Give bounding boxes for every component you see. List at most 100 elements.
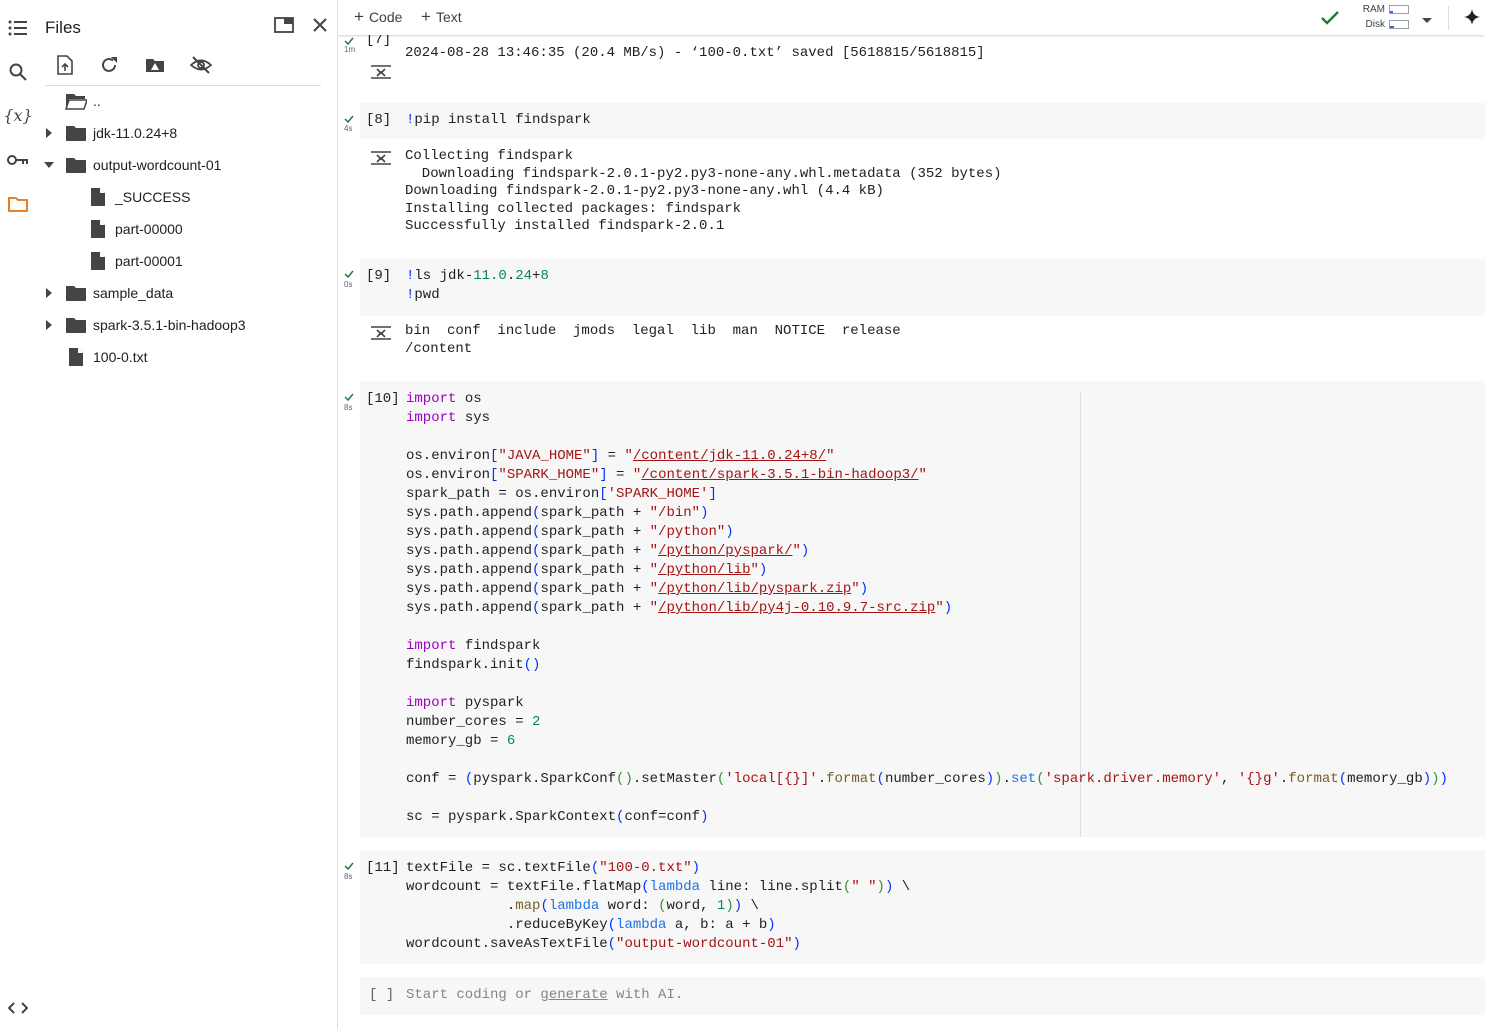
ram-bar [1389,5,1409,14]
code-token: () [616,771,633,787]
file-icon [87,187,109,207]
code-line: sys.path.append(spark_path + "/python") [406,523,734,542]
file-tree-label: 100-0.txt [93,349,148,365]
caret-right-icon[interactable] [43,127,55,139]
code-token: ) [725,898,734,914]
code-token: ) [985,771,995,787]
code-token: /python/lib/py4j-0.10.9.7-src.zip [658,600,936,616]
plus-icon: + [421,7,431,26]
code-line: number_cores = 2 [406,713,540,732]
code-token: "output-wordcount-01" [616,936,793,952]
execution-count: [11] [366,860,400,876]
code-token: sys [456,410,491,426]
code-token: memory_gb [1347,771,1423,787]
toc-icon[interactable] [5,15,31,41]
execution-count: [10] [366,391,400,407]
code-line: wordcount = textFile.flatMap(lambda line… [406,878,910,897]
add-text-button[interactable]: + Text [421,7,462,26]
code-line: textFile = sc.textFile("100-0.txt") [406,859,700,878]
resource-monitor[interactable]: RAM Disk [1353,3,1409,33]
code-line: sys.path.append(spark_path + "/python/li… [406,580,868,599]
code-line: !ls jdk-11.0.24+8 [406,267,549,286]
code-line: import sys [406,409,490,428]
file-tree-item[interactable]: output-wordcount-01 [37,149,337,181]
output-actions-icon[interactable] [370,148,392,168]
code-line: memory_gb = 6 [406,732,515,751]
code-token: lambda [548,898,600,914]
close-icon[interactable] [307,12,333,38]
code-token: number_cores = [406,714,533,730]
code-token: 8 [540,268,549,284]
hide-files-icon[interactable] [188,52,214,78]
output-line: Downloading findspark-2.0.1-py2.py3-none… [405,165,1002,182]
code-token: ) [767,917,776,933]
file-tree-label: output-wordcount-01 [93,157,222,173]
run-cell-placeholder[interactable]: [ ] [369,987,394,1003]
caret-right-icon[interactable] [43,319,55,331]
code-token: memory_gb = [406,733,507,749]
code-token: " [851,581,860,597]
output-line: /content [405,340,473,357]
file-tree-item[interactable]: part-00001 [37,245,337,277]
code-token: .reduceByKey [406,917,608,933]
add-code-button[interactable]: + Code [354,8,402,25]
refresh-icon[interactable] [96,52,122,78]
folder-icon[interactable] [5,191,31,217]
toolbar-divider [1448,6,1449,30]
file-tree-item[interactable]: 100-0.txt [37,341,337,373]
caret-right-icon[interactable] [43,287,55,299]
new-window-icon[interactable] [271,12,297,38]
code-token: spark_path + [540,505,650,521]
code-token: 'local[{}]' [725,771,818,787]
drive-folder-icon[interactable] [142,52,168,78]
check-icon [344,862,354,871]
code-token: findspark.init [406,657,524,673]
code-token: pyspark.SparkConf [473,771,617,787]
files-title: Files [45,18,81,37]
file-tree-item[interactable]: sample_data [37,277,337,309]
code-token: , [1221,771,1238,787]
code-token: /content/spark-3.5.1-bin-hadoop3/ [641,467,919,483]
code-token: findspark [456,638,541,654]
upload-icon[interactable] [52,52,78,78]
code-token: 'spark.driver.memory' [1044,771,1222,787]
code-token: import [406,410,457,426]
code-token: a, b: a + b [666,917,768,933]
code-token: sys.path.append [406,581,533,597]
code-line: os.environ["SPARK_HOME"] = "/content/spa… [406,466,927,485]
code-token: [ [599,486,608,502]
code-token: os.environ [406,448,491,464]
output-line: Installing collected packages: findspark [405,200,742,217]
cell-duration: 0s [344,280,353,289]
file-tree-label: part-00001 [115,253,183,269]
code-line: conf = (pyspark.SparkConf().setMaster('l… [406,770,1448,789]
add-text-label: Text [435,9,462,25]
output-actions-icon[interactable] [370,62,392,82]
search-icon[interactable] [5,59,31,85]
code-icon[interactable] [5,995,31,1021]
connected-check-icon[interactable] [1320,9,1340,27]
output-actions-icon[interactable] [370,323,392,343]
code-line: .reduceByKey(lambda a, b: a + b) [406,916,776,935]
file-tree-item[interactable]: spark-3.5.1-bin-hadoop3 [37,309,337,341]
code-token: spark_path + [540,543,650,559]
code-token: '{}g' [1237,771,1280,787]
code-token: ) [1431,771,1440,787]
code-token: spark_path + [540,600,650,616]
file-tree-item[interactable]: part-00000 [37,213,337,245]
cell-placeholder: Start coding or generate with AI. [406,987,683,1003]
gemini-sparkle-icon[interactable] [1464,9,1480,25]
output-line: Downloading findspark-2.0.1-py2.py3-none… [405,183,884,200]
file-tree-item[interactable]: jdk-11.0.24+8 [37,117,337,149]
key-icon[interactable] [5,147,31,173]
code-token: "/python" [649,524,726,540]
caret-down-icon[interactable] [43,159,55,171]
cell-duration: 8s [344,403,353,412]
file-tree-item[interactable]: .. [37,85,337,117]
variables-icon[interactable]: {𝑥} [3,102,32,128]
code-token: number_cores [884,771,986,787]
chevron-down-icon[interactable] [1420,12,1434,23]
file-tree-item[interactable]: _SUCCESS [37,181,337,213]
generate-link[interactable]: generate [540,987,607,1003]
code-token: sc = pyspark.SparkContext [406,809,617,825]
